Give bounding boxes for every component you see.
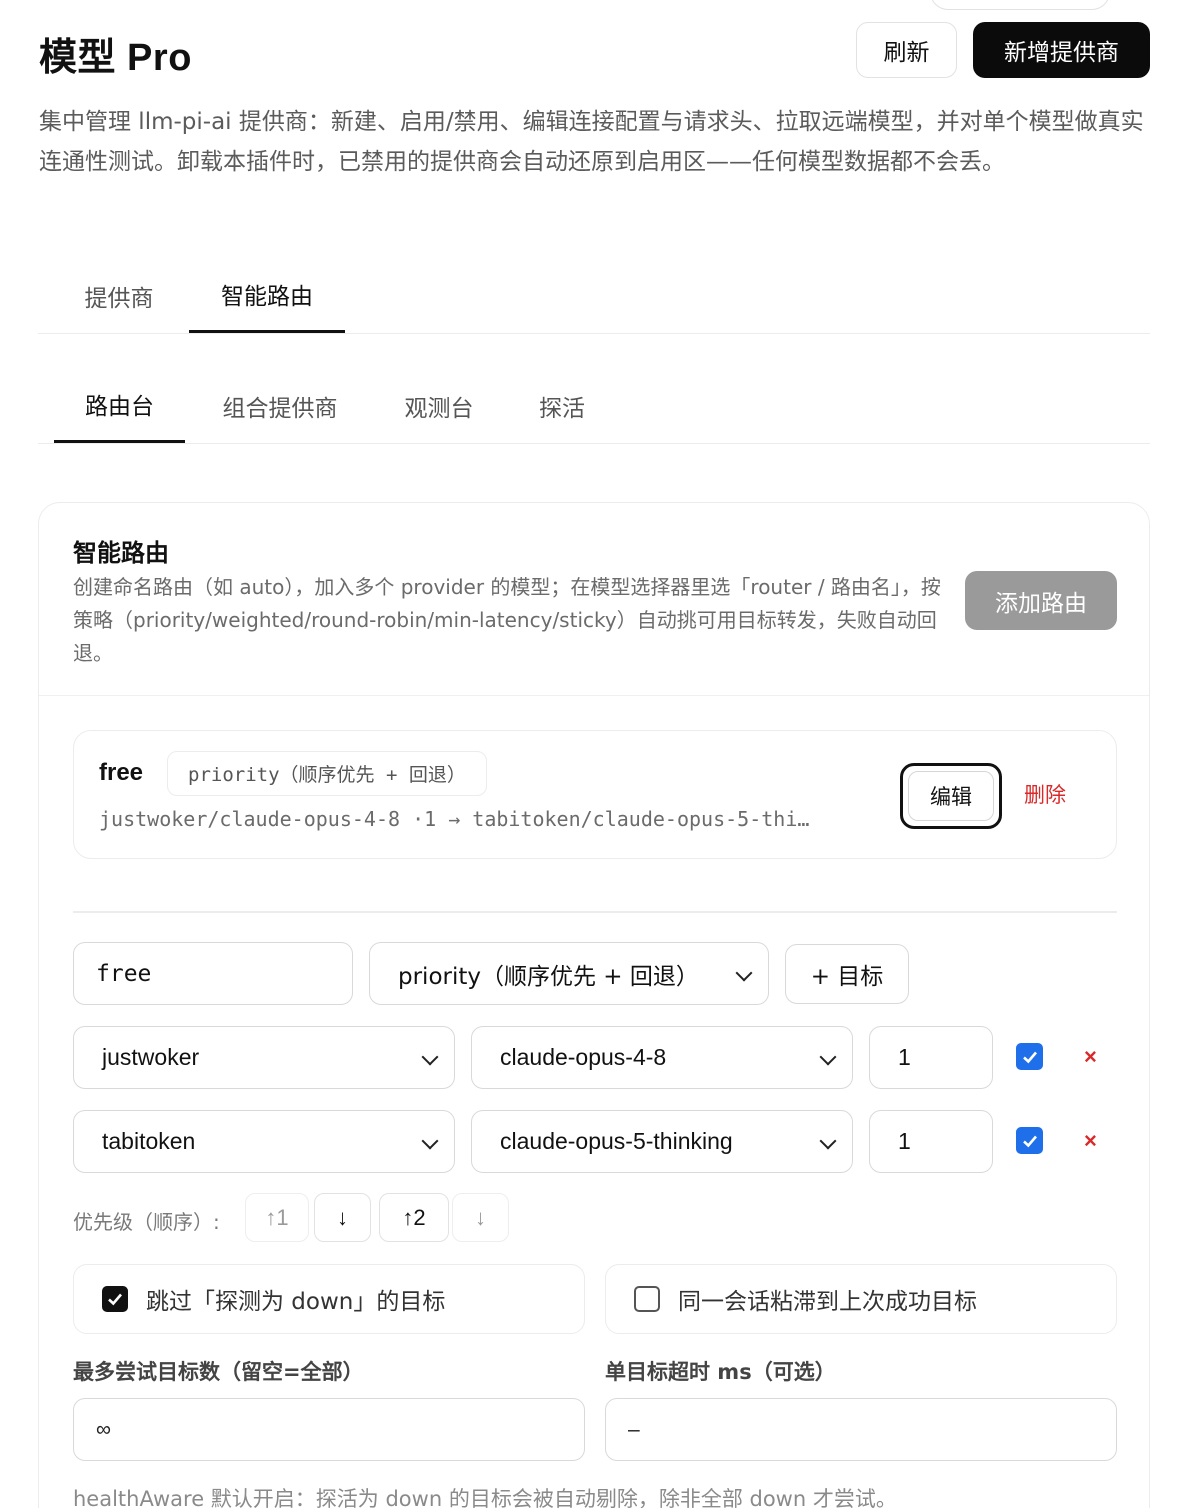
tab-smart-routing[interactable]: 智能路由: [189, 258, 345, 333]
chevron-down-icon: [421, 1132, 439, 1150]
card-header: 智能路由 创建命名路由（如 auto），加入多个 provider 的模型；在模…: [39, 503, 1149, 696]
page-description: 集中管理 llm-pi-ai 提供商：新建、启用/禁用、编辑连接配置与请求头、拉…: [39, 109, 1144, 175]
main-tabs: 提供商 智能路由: [38, 258, 1150, 334]
target-weight-input[interactable]: 1: [869, 1110, 993, 1173]
skip-down-checkbox[interactable]: [102, 1286, 128, 1312]
edit-route-button[interactable]: 编辑: [900, 763, 1002, 829]
target-provider-select[interactable]: tabitoken: [73, 1110, 455, 1173]
target-provider-value: justwoker: [102, 1044, 200, 1070]
skip-down-label: 跳过「探测为 down」的目标: [146, 1289, 446, 1315]
tab-health-probe[interactable]: 探活: [522, 368, 602, 443]
tab-routing-console[interactable]: 路由台: [54, 368, 185, 443]
check-icon: [1022, 1051, 1037, 1063]
target-model-select[interactable]: claude-opus-4-8: [471, 1026, 853, 1089]
refresh-button[interactable]: 刷新: [856, 22, 957, 78]
edit-route-label: 编辑: [908, 771, 994, 821]
chevron-down-icon: [819, 1048, 837, 1066]
card-description: 创建命名路由（如 auto），加入多个 provider 的模型；在模型选择器里…: [73, 575, 941, 665]
skip-down-option[interactable]: 跳过「探测为 down」的目标: [73, 1264, 585, 1334]
priority-move-up-button[interactable]: ↑1: [245, 1193, 309, 1242]
strategy-select[interactable]: priority（顺序优先 + 回退）: [369, 942, 769, 1005]
route-name: free: [99, 759, 144, 786]
max-attempts-label: 最多尝试目标数（留空=全部）: [73, 1360, 364, 1384]
add-provider-button[interactable]: 新增提供商: [973, 22, 1150, 78]
target-provider-select[interactable]: justwoker: [73, 1026, 455, 1089]
target-model-select[interactable]: claude-opus-5-thinking: [471, 1110, 853, 1173]
tab-observability[interactable]: 观测台: [388, 368, 490, 443]
chevron-down-icon: [819, 1132, 837, 1150]
sticky-label: 同一会话粘滞到上次成功目标: [678, 1289, 977, 1315]
route-name-input[interactable]: free: [73, 942, 353, 1005]
card-title: 智能路由: [73, 539, 169, 567]
target-model-value: claude-opus-5-thinking: [500, 1128, 733, 1154]
chevron-down-icon: [735, 964, 753, 982]
timeout-input[interactable]: –: [605, 1398, 1117, 1461]
page-title: 模型 Pro: [39, 37, 192, 79]
tab-combined-providers[interactable]: 组合提供商: [206, 368, 354, 443]
priority-label: 优先级（顺序）:: [73, 1210, 220, 1234]
remove-target-button[interactable]: ×: [1084, 1044, 1097, 1070]
target-weight-input[interactable]: 1: [869, 1026, 993, 1089]
check-icon: [108, 1293, 122, 1306]
tab-providers[interactable]: 提供商: [60, 258, 178, 333]
remove-target-button[interactable]: ×: [1084, 1128, 1097, 1154]
sticky-checkbox[interactable]: [634, 1286, 660, 1312]
target-enabled-checkbox[interactable]: [1016, 1127, 1043, 1154]
delete-route-button[interactable]: 删除: [1024, 779, 1066, 809]
target-model-value: claude-opus-4-8: [500, 1044, 667, 1070]
divider: [73, 911, 1117, 913]
priority-move-down-button[interactable]: ↓: [314, 1193, 371, 1242]
health-aware-note: healthAware 默认开启：探活为 down 的目标会被自动剔除，除非全部…: [73, 1487, 897, 1508]
target-provider-value: tabitoken: [102, 1128, 196, 1154]
top-partial-element: [930, 0, 1110, 10]
route-item: free priority（顺序优先 + 回退） justwoker/claud…: [73, 730, 1117, 859]
priority-move-down-button[interactable]: ↓: [452, 1193, 509, 1242]
add-route-button[interactable]: 添加路由: [965, 571, 1117, 630]
strategy-badge: priority（顺序优先 + 回退）: [167, 751, 487, 796]
sticky-option[interactable]: 同一会话粘滞到上次成功目标: [605, 1264, 1117, 1334]
add-target-button[interactable]: + 目标: [785, 944, 909, 1004]
smart-routing-card: 智能路由 创建命名路由（如 auto），加入多个 provider 的模型；在模…: [38, 502, 1150, 1508]
route-targets-summary: justwoker/claude-opus-4-8 ·1 → tabitoken…: [99, 807, 810, 831]
check-icon: [1022, 1135, 1037, 1147]
sub-tabs: 路由台 组合提供商 观测台 探活: [38, 368, 1150, 444]
timeout-label: 单目标超时 ms（可选）: [605, 1360, 836, 1384]
target-enabled-checkbox[interactable]: [1016, 1043, 1043, 1070]
priority-move-up-button[interactable]: ↑2: [379, 1193, 449, 1242]
strategy-select-value: priority（顺序优先 + 回退）: [398, 963, 699, 990]
chevron-down-icon: [421, 1048, 439, 1066]
max-attempts-input[interactable]: ∞: [73, 1398, 585, 1461]
